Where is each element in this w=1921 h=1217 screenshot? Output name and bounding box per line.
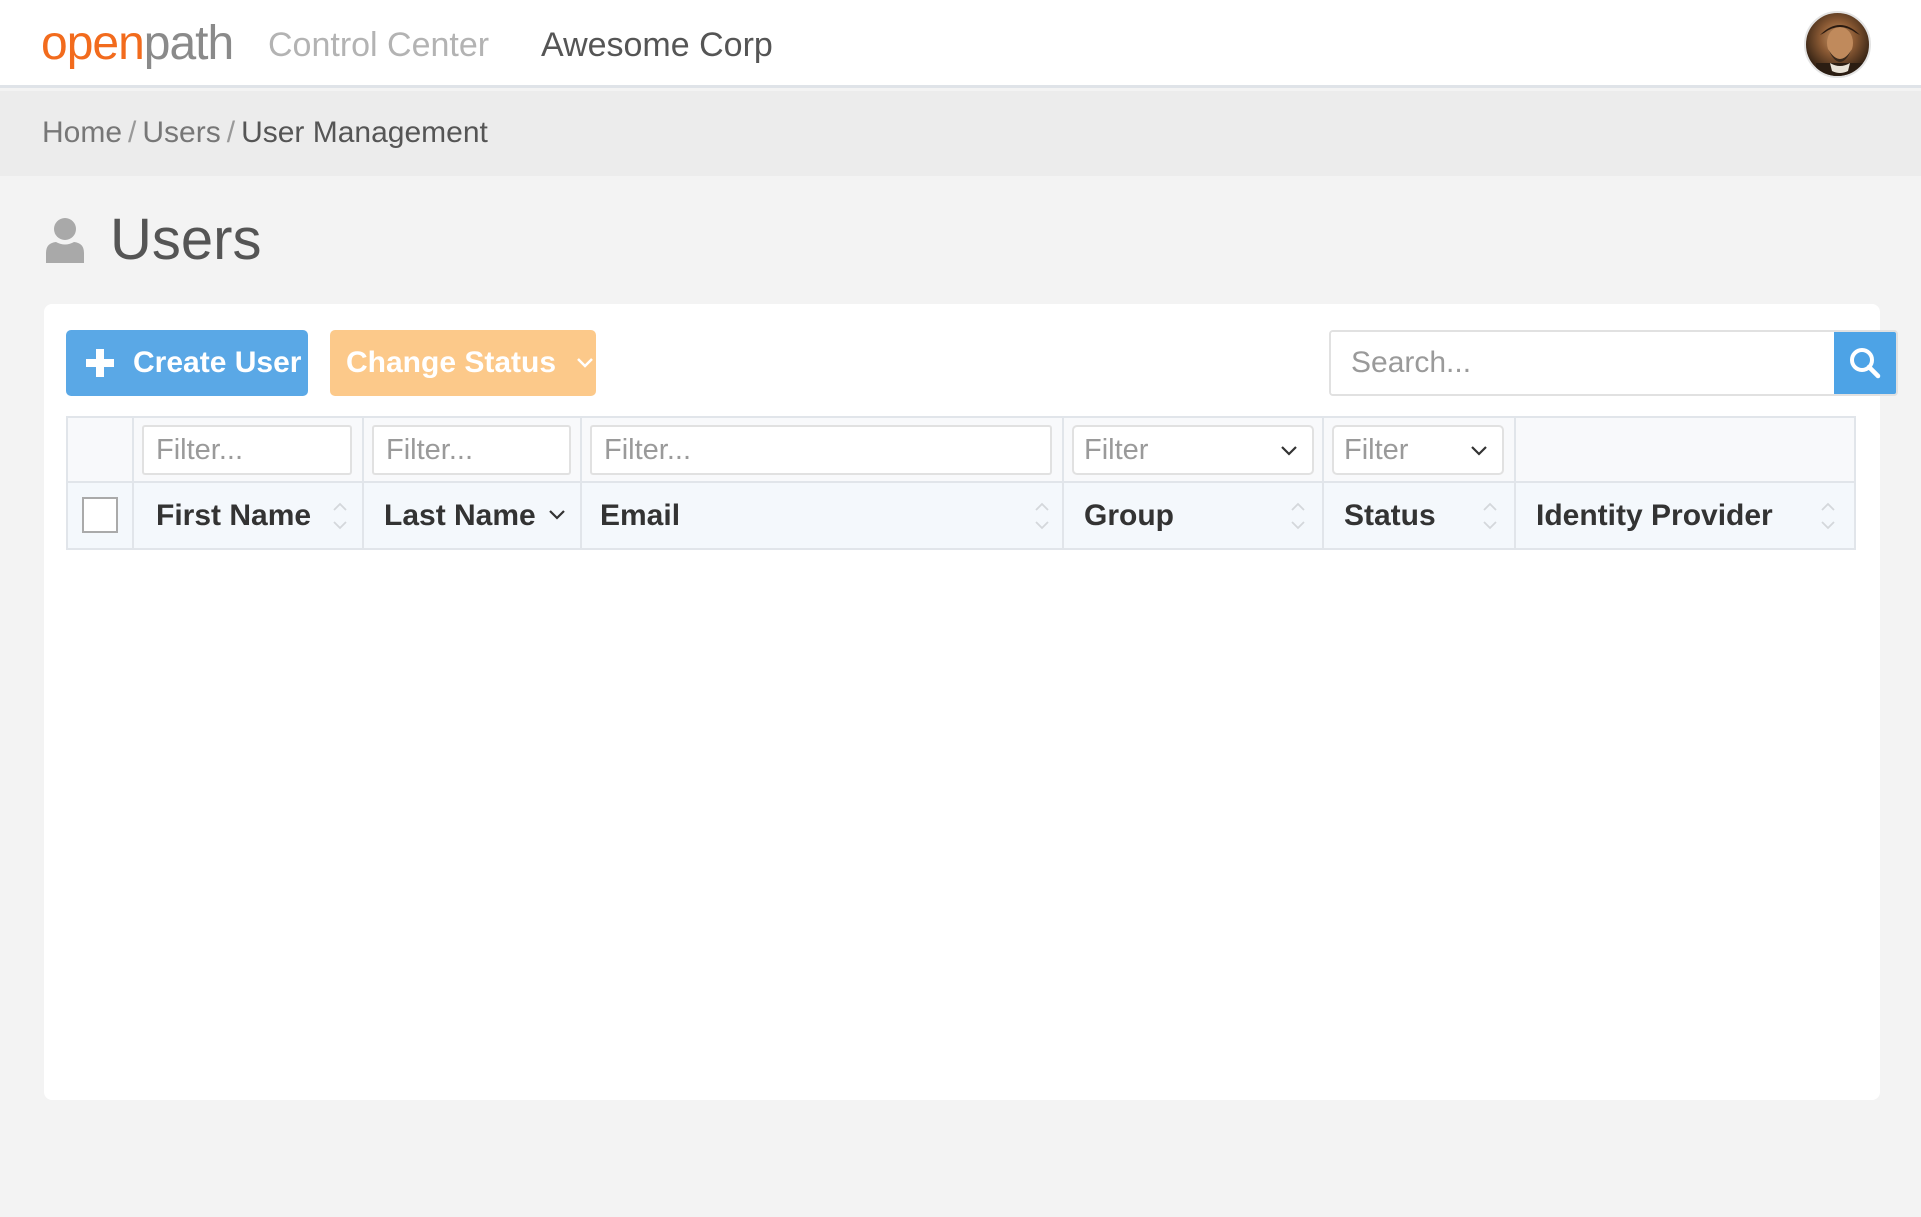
change-status-label: Change Status — [346, 346, 557, 379]
users-card: Create User Change Status Search... Filt… — [44, 304, 1898, 1100]
breadcrumb-users[interactable]: Users — [142, 116, 220, 149]
group-filter-value: Filter — [1084, 433, 1149, 466]
chevron-down-icon — [1471, 446, 1487, 456]
breadcrumb-separator: / — [128, 116, 137, 149]
header-cell-first-name[interactable]: First Name — [134, 483, 364, 548]
filter-cell-status: Filter — [1324, 418, 1516, 481]
search-button[interactable] — [1834, 332, 1896, 394]
sort-icon — [1035, 502, 1049, 530]
sort-icon — [1821, 502, 1835, 530]
column-header-identity-provider: Identity Provider — [1536, 498, 1773, 532]
filter-cell-last-name — [364, 418, 582, 481]
email-filter-input[interactable] — [590, 425, 1052, 475]
table-body-empty — [66, 550, 1856, 1070]
status-filter-value: Filter — [1344, 433, 1409, 466]
chevron-down-icon — [577, 358, 593, 368]
filter-cell-select — [68, 418, 134, 481]
last-name-filter-input[interactable] — [372, 425, 571, 475]
column-header-email: Email — [600, 498, 681, 532]
header-cell-email[interactable]: Email — [582, 483, 1064, 548]
header-cell-select — [68, 483, 134, 548]
breadcrumb-bar: Home / Users / User Management — [0, 91, 1921, 176]
column-header-first-name: First Name — [156, 498, 312, 532]
header-cell-status[interactable]: Status — [1324, 483, 1516, 548]
create-user-label: Create User — [133, 346, 302, 379]
breadcrumb: Home / Users / User Management — [42, 113, 488, 153]
page-title: Users — [110, 207, 262, 272]
column-header-last-name: Last Name — [384, 498, 536, 532]
logo-text-open: open — [41, 17, 145, 70]
column-header-group: Group — [1084, 498, 1174, 532]
create-user-button[interactable]: Create User — [66, 330, 308, 396]
search-box — [1329, 330, 1898, 396]
filter-cell-group: Filter — [1064, 418, 1324, 481]
org-name[interactable]: Awesome Corp — [541, 24, 773, 66]
top-navbar: openpath Control Center Awesome Corp — [0, 0, 1921, 88]
filter-cell-email — [582, 418, 1064, 481]
breadcrumb-current: User Management — [241, 116, 488, 149]
header-cell-identity-provider[interactable]: Identity Provider — [1516, 483, 1854, 548]
select-all-checkbox[interactable] — [82, 497, 118, 533]
avatar-portrait-icon — [1816, 25, 1864, 76]
filter-cell-identity-provider — [1516, 418, 1854, 481]
search-icon — [1850, 348, 1881, 379]
search-input[interactable] — [1331, 332, 1836, 394]
filter-row: Filter Filter — [68, 418, 1854, 483]
breadcrumb-separator: / — [226, 116, 236, 149]
header-cell-last-name[interactable]: Last Name — [364, 483, 582, 548]
column-header-status: Status — [1344, 498, 1436, 532]
header-cell-group[interactable]: Group — [1064, 483, 1324, 548]
sort-icon — [333, 502, 347, 530]
users-table: Filter Filter Fi — [66, 416, 1856, 550]
change-status-button[interactable]: Change Status — [330, 330, 596, 396]
sort-icon — [1291, 502, 1305, 530]
group-filter-select[interactable]: Filter — [1072, 425, 1314, 475]
status-filter-select[interactable]: Filter — [1332, 425, 1504, 475]
user-icon — [46, 218, 84, 263]
sort-icon — [1483, 502, 1497, 530]
openpath-logo[interactable]: openpath — [41, 16, 234, 72]
app-name: Control Center — [268, 26, 490, 64]
user-avatar[interactable] — [1804, 11, 1871, 78]
first-name-filter-input[interactable] — [142, 425, 352, 475]
plus-icon — [86, 349, 114, 377]
chevron-down-icon — [1281, 446, 1297, 456]
table-header-row: First Name Last Name Email Group Status … — [68, 483, 1854, 548]
sort-descending-icon — [549, 510, 565, 520]
breadcrumb-home[interactable]: Home — [42, 116, 122, 149]
filter-cell-first-name — [134, 418, 364, 481]
page-header: Users — [44, 205, 261, 275]
logo-text-path: path — [143, 17, 234, 70]
